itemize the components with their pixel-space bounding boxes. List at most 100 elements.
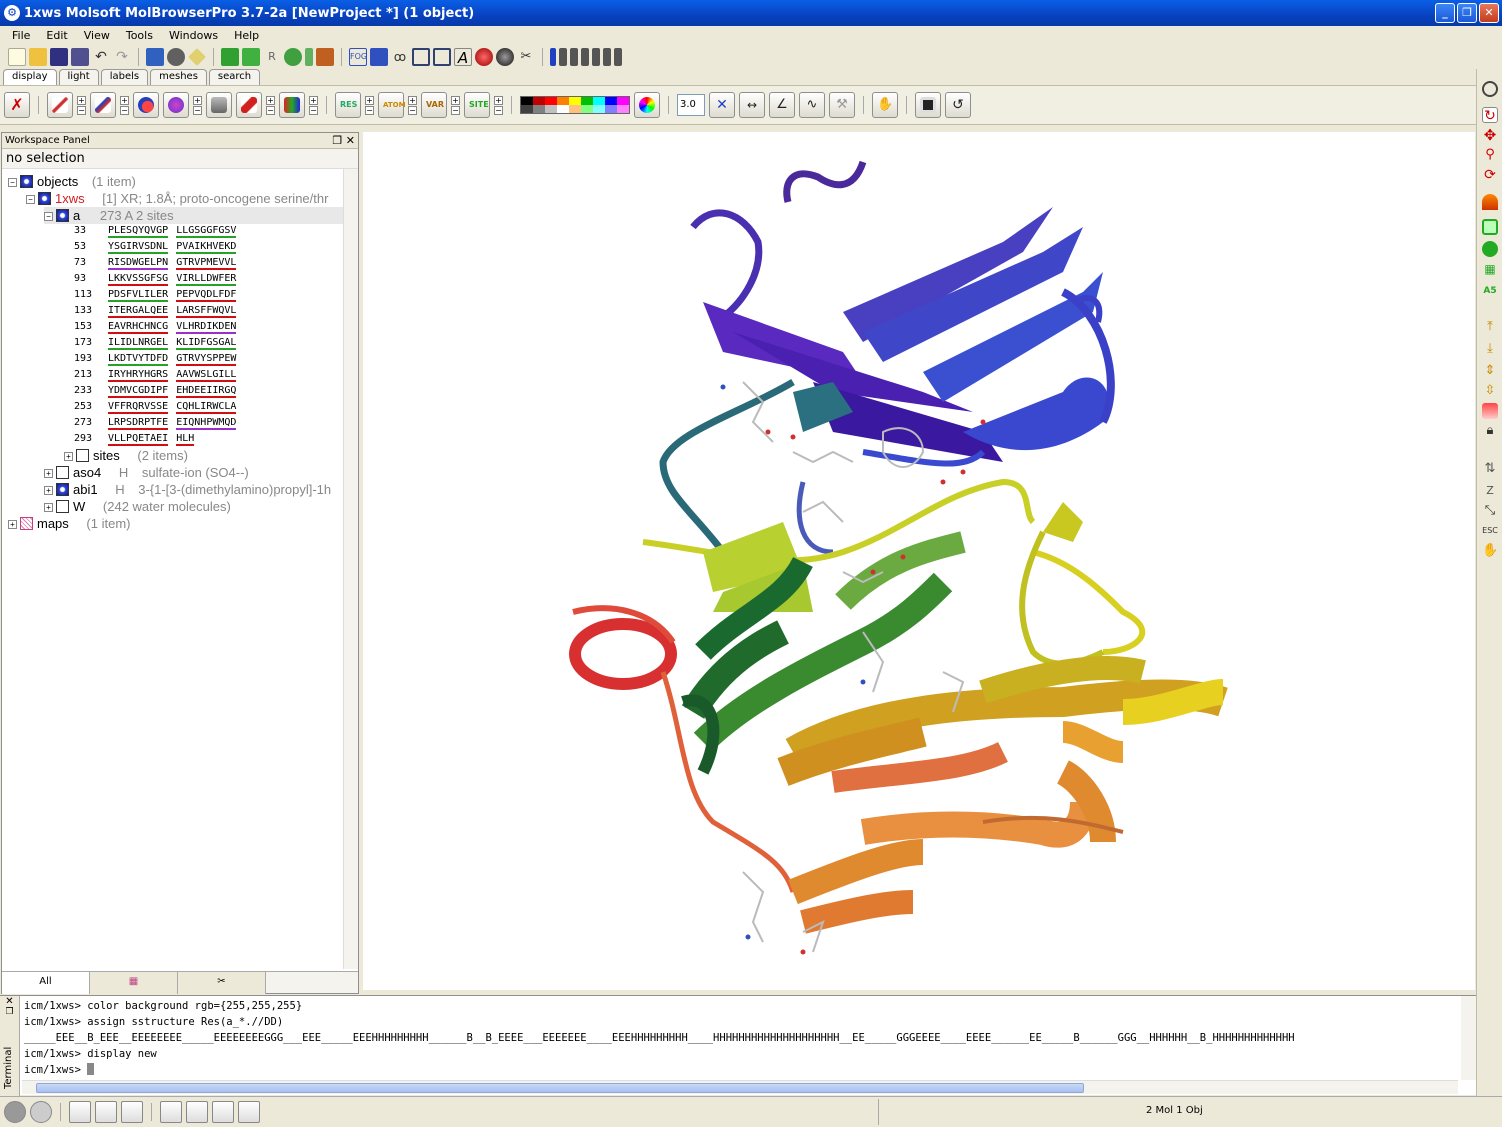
sequence-block[interactable]: LRPSDRPTFE — [108, 417, 169, 430]
palette-swatch[interactable] — [545, 97, 557, 105]
menu-tools[interactable]: Tools — [118, 29, 161, 42]
fog-icon[interactable]: FOG — [349, 48, 367, 66]
sequence-row[interactable]: 173 ILIDLNRGEL KLIDFGSGAL — [74, 335, 237, 351]
sequence-block[interactable]: RISDWGELPN — [108, 257, 169, 270]
sequence-block[interactable]: YDMVCGDIPF — [108, 385, 169, 398]
go-icon[interactable] — [30, 1101, 52, 1123]
menu-file[interactable]: File — [4, 29, 38, 42]
sequence-block[interactable]: AAVWSLGILL — [176, 369, 237, 382]
tree-maps[interactable]: + maps (1 item) — [8, 515, 130, 532]
tab-labels[interactable]: labels — [100, 69, 149, 85]
site-label-button[interactable]: SITE — [464, 92, 490, 118]
var-label-plus[interactable]: + — [451, 95, 460, 105]
tree-object-1xws[interactable]: − 1xws [1] XR; 1.8Å; proto-oncogene serin… — [26, 190, 328, 207]
tools-icon[interactable]: ✂ — [517, 48, 535, 66]
color-palette[interactable] — [520, 96, 630, 114]
palette-swatch[interactable] — [581, 97, 593, 105]
sequence-block[interactable]: PVAIKHVEKD — [176, 241, 237, 254]
atom-label-minus[interactable]: − — [408, 105, 417, 115]
ribbon-plus[interactable]: + — [266, 95, 275, 105]
cpk-plus[interactable]: + — [193, 95, 202, 105]
settings-icon[interactable] — [238, 1101, 260, 1123]
align-bottom-icon[interactable] — [614, 48, 622, 66]
sequence-row[interactable]: 293 VLLPQETAEI HLH — [74, 431, 195, 447]
aso4-checkbox[interactable] — [56, 466, 69, 479]
ribbon-color-minus[interactable]: − — [309, 105, 318, 115]
workspace-toggle-icon[interactable] — [69, 1101, 91, 1123]
restore-view-button[interactable]: ↺ — [945, 92, 971, 118]
abi1-checkbox[interactable] — [56, 483, 69, 496]
palette-swatch[interactable] — [569, 105, 581, 113]
sequence-block[interactable]: LARSFFWQVL — [176, 305, 237, 318]
sequence-block[interactable]: EIQNHPWMQD — [176, 417, 237, 430]
sequence-row[interactable]: 213 IRYHRYHGRS AAVWSLGILL — [74, 367, 237, 383]
hbond-button[interactable]: ⚒ — [829, 92, 855, 118]
close-button[interactable]: ✕ — [1479, 3, 1499, 23]
molecule-viewer[interactable] — [363, 132, 1475, 990]
pdb-icon[interactable] — [146, 48, 164, 66]
lock-icon[interactable]: 🔒︎ — [1482, 423, 1498, 439]
sequence-block[interactable]: EHDEEIIRGQ — [176, 385, 237, 398]
sequence-block[interactable]: VLHRDIKDEN — [176, 321, 237, 334]
water-checkbox[interactable] — [56, 500, 69, 513]
sequence-block[interactable]: VLLPQETAEI — [108, 433, 169, 446]
sequence-block[interactable]: IRYHRYHGRS — [108, 369, 169, 382]
atom-label-plus[interactable]: + — [408, 95, 417, 105]
sequence-block[interactable]: EAVRHCHNCG — [108, 321, 169, 334]
undo-icon[interactable]: ↶ — [92, 48, 110, 66]
chain-a-checkbox[interactable] — [56, 209, 69, 222]
tree-objects[interactable]: − objects (1 item) — [8, 173, 136, 190]
panel-tab-all[interactable]: All — [2, 972, 90, 994]
sequence-block[interactable]: LLGSGGFGSV — [176, 225, 237, 238]
sequence-block[interactable]: YSGIRVSDNL — [108, 241, 169, 254]
palette-swatch[interactable] — [593, 97, 605, 105]
esc-icon[interactable]: ESC — [1482, 523, 1498, 539]
tab-meshes[interactable]: meshes — [150, 69, 207, 85]
collapse-icon[interactable]: ⇳ — [1482, 383, 1498, 399]
wire-plus[interactable]: + — [77, 95, 86, 105]
hand-button[interactable]: ✋ — [872, 92, 898, 118]
move-up-icon[interactable]: ⤒ — [1482, 319, 1498, 335]
layout-icon[interactable] — [412, 48, 430, 66]
ribbon-minus[interactable]: − — [266, 105, 275, 115]
sequence-block[interactable]: HLH — [176, 433, 195, 446]
viewer-toggle-icon[interactable] — [95, 1101, 117, 1123]
slab-right-icon[interactable] — [1482, 403, 1498, 419]
align-top-icon[interactable] — [550, 48, 556, 66]
expand-chain-icon[interactable]: − — [44, 212, 53, 221]
stick-minus[interactable]: − — [120, 105, 129, 115]
palette-swatch[interactable] — [605, 105, 617, 113]
new-file-icon[interactable] — [8, 48, 26, 66]
menu-help[interactable]: Help — [226, 29, 267, 42]
sequence-block[interactable]: GTRVYSPPEW — [176, 353, 237, 366]
wire-button[interactable] — [47, 92, 73, 118]
sequence-block[interactable]: KLIDFGSGAL — [176, 337, 237, 350]
align-4-icon[interactable] — [592, 48, 600, 66]
objects-checkbox[interactable] — [20, 175, 33, 188]
sequence-block[interactable]: LKKVSSGFSG — [108, 273, 169, 286]
align-5-icon[interactable] — [603, 48, 611, 66]
molecule-icon[interactable] — [284, 48, 302, 66]
menu-edit[interactable]: Edit — [38, 29, 75, 42]
palette-swatch[interactable] — [521, 105, 533, 113]
tree-chain-a[interactable]: − a 273 A 2 sites — [44, 207, 344, 224]
float-terminal-icon[interactable]: ❐ — [0, 1007, 19, 1017]
var-label-minus[interactable]: − — [451, 105, 460, 115]
ribbon-color-plus[interactable]: + — [309, 95, 318, 105]
measure-distance-button[interactable]: ↔ — [739, 92, 765, 118]
tab-light[interactable]: light — [58, 69, 99, 85]
terminal-console[interactable]: ✕ ❐ Terminal icm/1xws> color background … — [0, 995, 1476, 1096]
ribbon-button[interactable] — [236, 92, 262, 118]
sequence-block[interactable]: ITERGALQEE — [108, 305, 169, 318]
expand-abi1-icon[interactable]: + — [44, 486, 53, 495]
residue-label-minus[interactable]: − — [365, 105, 374, 115]
surface-button[interactable] — [206, 92, 232, 118]
distance-button[interactable]: ✕ — [709, 92, 735, 118]
swap-icon[interactable]: ⇅ — [1482, 461, 1498, 477]
align-3-icon[interactable] — [581, 48, 589, 66]
minimize-button[interactable]: _ — [1435, 3, 1455, 23]
sequence-row[interactable]: 193 LKDTVYTDFD GTRVYSPPEW — [74, 351, 237, 367]
axes-icon[interactable]: ⤡ — [1482, 503, 1498, 519]
ribbon-color-button[interactable] — [279, 92, 305, 118]
restore-button[interactable]: ❐ — [1457, 3, 1477, 23]
